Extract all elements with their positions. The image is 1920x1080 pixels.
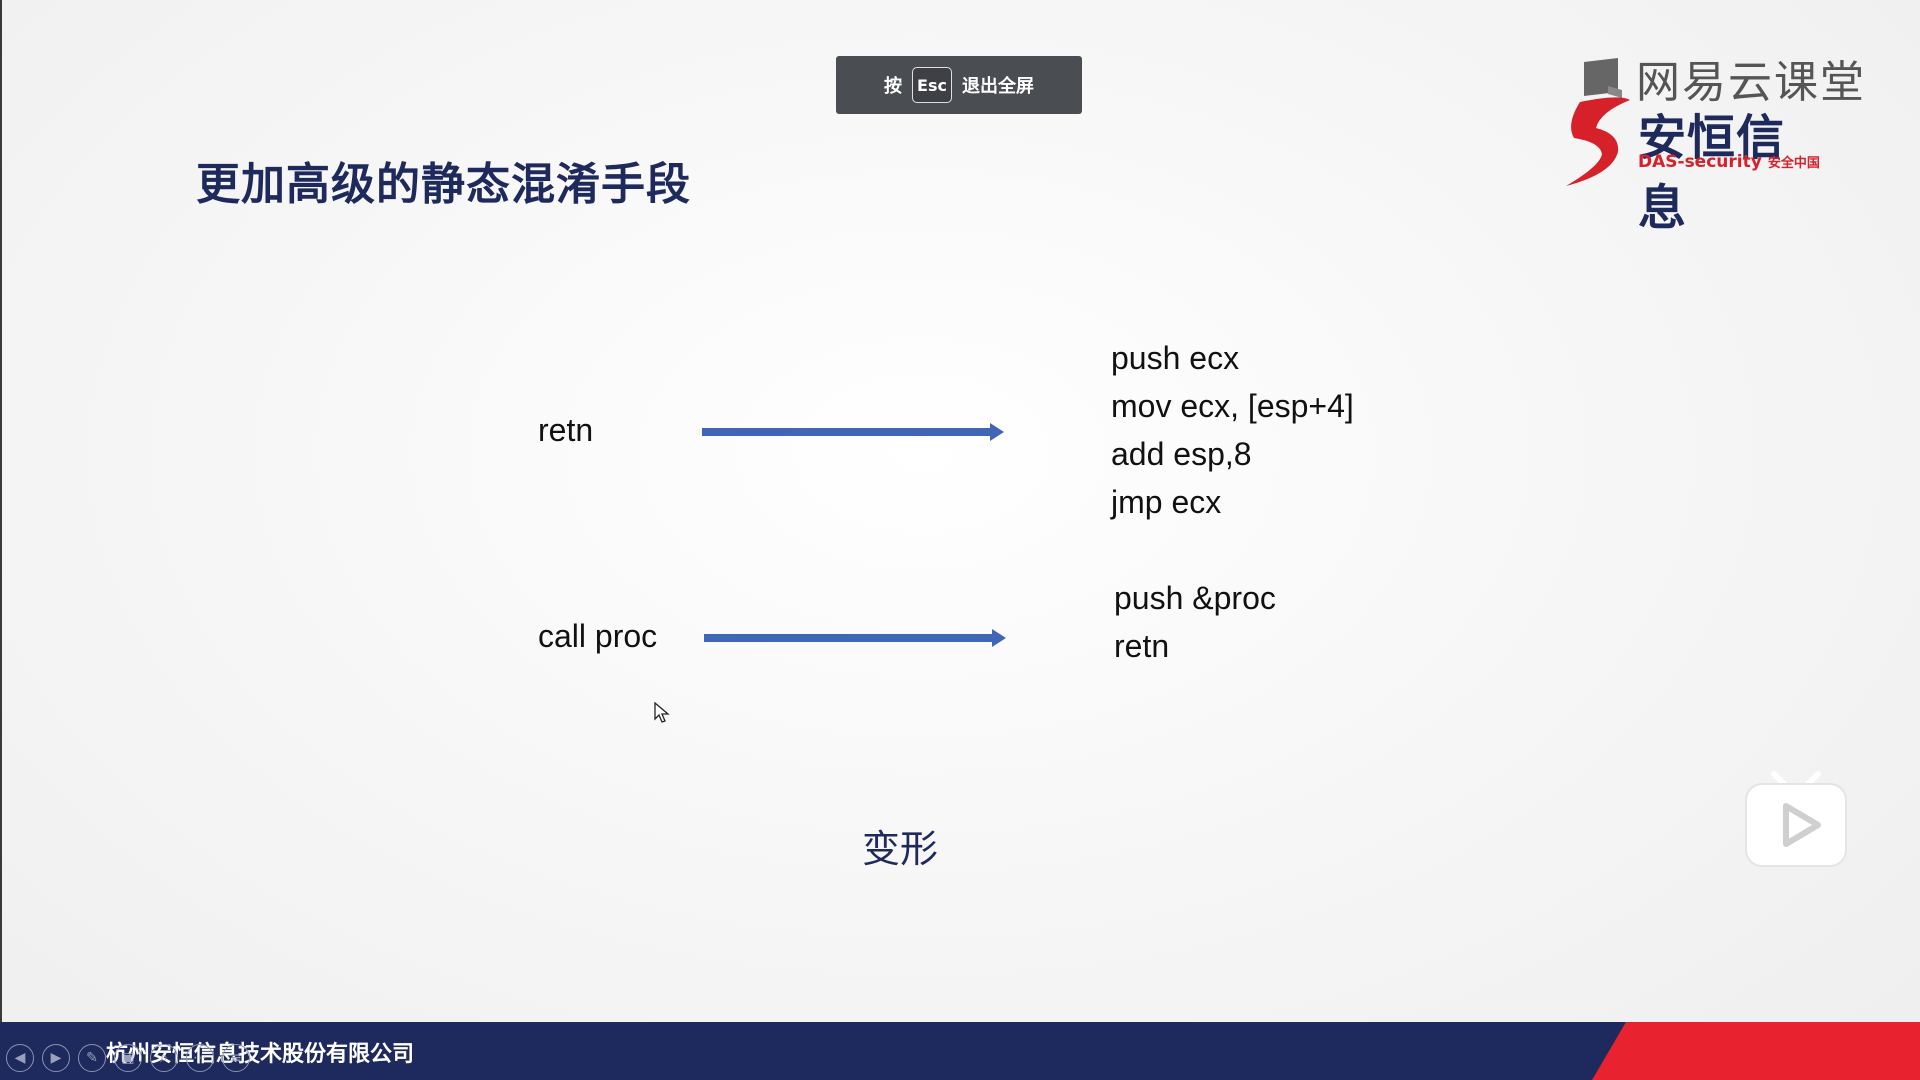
row2-target-line: push &proc (1114, 580, 1276, 616)
row2-target: push &proc retn (1114, 574, 1276, 670)
pen-icon[interactable]: ✎ (78, 1044, 106, 1072)
row1-target-line: push ecx (1111, 340, 1240, 376)
anheng-logo-tag: 安全中国 (1767, 156, 1820, 171)
next-slide-icon[interactable]: ▶ (42, 1044, 70, 1072)
more-icon[interactable]: ⋯ (186, 1044, 214, 1072)
anheng-logo-en-text: DAS-security (1638, 152, 1762, 172)
row1-source: retn (538, 412, 594, 448)
slide-title: 更加高级的静态混淆手段 (196, 159, 691, 210)
play-video-icon[interactable] (1744, 770, 1848, 868)
row1-target-line: add esp,8 (1111, 436, 1252, 472)
prev-slide-icon[interactable]: ◀ (6, 1044, 34, 1072)
row1-arrow (702, 423, 1004, 441)
esc-hint-suffix: 退出全屏 (962, 76, 1034, 97)
anheng-logo-icon (1566, 97, 1630, 186)
mouse-cursor-icon (654, 702, 670, 723)
anheng-logo-en: DAS-security 安全中国 (1638, 152, 1820, 172)
row2-source: call proc (538, 618, 658, 654)
exit-fullscreen-hint[interactable]: 按 Esc 退出全屏 (836, 56, 1082, 114)
row1-target-line: mov ecx, [esp+4] (1111, 388, 1354, 424)
slide-caption: 变形 (862, 827, 939, 871)
zoom-icon[interactable]: ⌕ (150, 1044, 178, 1072)
row2-arrow (704, 629, 1006, 647)
esc-key: Esc (912, 67, 952, 103)
row1-target: push ecx mov ecx, [esp+4] add esp,8 jmp … (1111, 334, 1354, 526)
slides-icon[interactable]: ▣ (114, 1044, 142, 1072)
menu-icon[interactable]: ≡ (222, 1044, 250, 1072)
slide-footer: 杭州安恒信息技术股份有限公司 (0, 1022, 1920, 1080)
row1-target-line: jmp ecx (1111, 484, 1222, 520)
esc-hint-prefix: 按 (884, 76, 902, 97)
footer-accent (1592, 1022, 1920, 1080)
slideshow-controls: ◀ ▶ ✎ ▣ ⌕ ⋯ ≡ (6, 1044, 250, 1072)
anheng-logo: 安恒信息 DAS-security 安全中国 (1560, 90, 1830, 236)
row2-target-line: retn (1114, 628, 1170, 664)
